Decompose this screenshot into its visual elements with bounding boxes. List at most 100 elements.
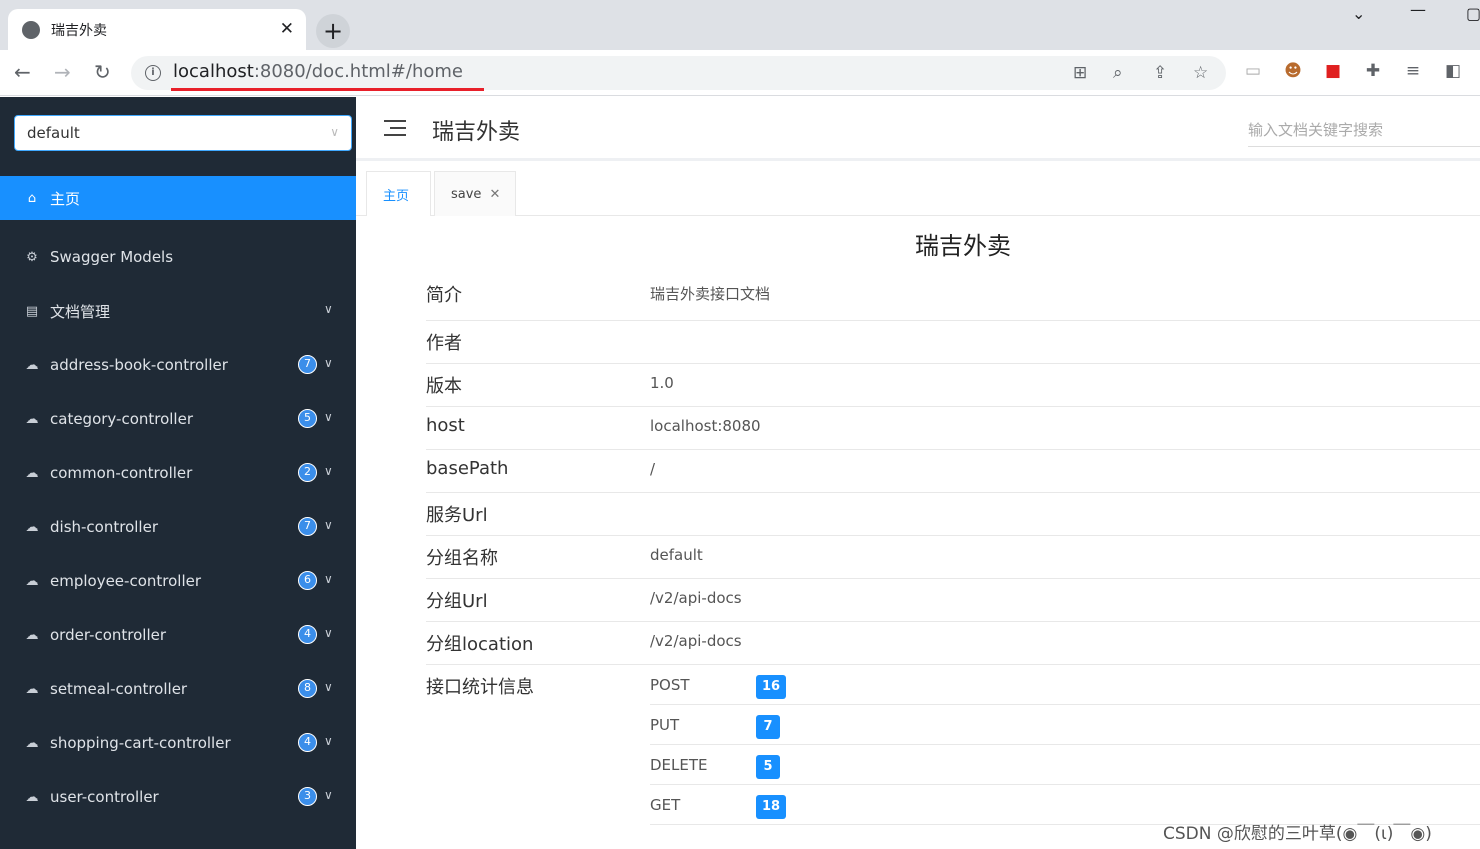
- tab-save[interactable]: save ✕: [434, 171, 516, 216]
- count-badge: 6: [298, 571, 317, 590]
- doc-info-row: 分组Url/v2/api-docs: [426, 579, 1480, 622]
- sidebar-item-controller[interactable]: ☁ shopping-cart-controller 4 ∨: [0, 716, 356, 770]
- chevron-down-icon[interactable]: ∨: [324, 572, 333, 586]
- doc-info-row: 分组名称 default: [426, 536, 1480, 579]
- chevron-down-icon[interactable]: ∨: [324, 356, 333, 370]
- count-badge: 3: [298, 787, 317, 806]
- count-badge: 8: [298, 679, 317, 698]
- fe-extension-icon[interactable]: ■: [1322, 61, 1344, 81]
- maximize-icon[interactable]: ▢: [1466, 4, 1480, 23]
- count-badge: 7: [298, 517, 317, 536]
- cloud-icon: ☁: [25, 573, 39, 589]
- sidebar-item-controller[interactable]: ☁ order-controller 4 ∨: [0, 608, 356, 662]
- sidebar-item-label: common-controller: [50, 464, 193, 482]
- doc-info-key: 分组Url: [426, 591, 488, 612]
- models-icon: ⚙: [26, 249, 38, 265]
- chevron-down-icon[interactable]: ∨: [324, 410, 333, 424]
- sidebar-item-doc-management[interactable]: ▤ 文档管理 ∨: [0, 284, 356, 338]
- count-badge: 4: [298, 625, 317, 644]
- doc-info-row: host localhost:8080: [426, 407, 1480, 450]
- tab-label: save: [451, 186, 482, 202]
- chevron-down-icon[interactable]: ∨: [324, 734, 333, 748]
- tab-label: 主页: [383, 188, 410, 204]
- cloud-icon: ☁: [25, 789, 39, 805]
- doc-info-value: /v2/api-docs: [650, 589, 742, 607]
- reload-icon[interactable]: ↻: [94, 62, 111, 82]
- sidebar-item-label: 文档管理: [50, 302, 111, 321]
- doc-info-row: 分组location/v2/api-docs: [426, 622, 1480, 665]
- sidebar-item-controller[interactable]: ☁ common-controller 2 ∨: [0, 446, 356, 500]
- browser-tab-title: 瑞吉外卖: [51, 22, 107, 39]
- url-text[interactable]: localhost:8080/doc.html#/home: [173, 61, 463, 82]
- chevron-down-icon[interactable]: ⌄: [1352, 4, 1365, 23]
- bookmark-star-icon[interactable]: ☆: [1193, 63, 1208, 83]
- watermark: CSDN @欣慰的三叶草(◉￣(ι)￣◉): [1163, 824, 1432, 844]
- info-icon[interactable]: i: [145, 65, 161, 81]
- chevron-down-icon[interactable]: ∨: [324, 464, 333, 478]
- menu-toggle-icon[interactable]: [384, 120, 406, 138]
- count-badge: 7: [298, 355, 317, 374]
- tab-home[interactable]: 主页: [366, 171, 431, 216]
- sidebar-item-label: user-controller: [50, 788, 159, 806]
- doc-info-value: /v2/api-docs: [650, 632, 742, 650]
- sidebar-item-controller[interactable]: ☁ dish-controller 7 ∨: [0, 500, 356, 554]
- chevron-down-icon[interactable]: ∨: [324, 680, 333, 694]
- sidebar-item-controller[interactable]: ☁ category-controller 5 ∨: [0, 392, 356, 446]
- minimize-icon[interactable]: —: [1410, 0, 1426, 19]
- close-icon[interactable]: ✕: [280, 21, 294, 38]
- back-icon[interactable]: ←: [14, 62, 31, 82]
- sidebar-item-controller[interactable]: ☁ setmeal-controller 8 ∨: [0, 662, 356, 716]
- chevron-down-icon[interactable]: ∨: [324, 518, 333, 532]
- sidebar-item-controller[interactable]: ☁ user-controller 3 ∨: [0, 770, 356, 824]
- http-method: POST: [650, 676, 690, 694]
- zoom-icon[interactable]: ⌕: [1113, 63, 1123, 83]
- browser-tab-strip: 瑞吉外卖 ✕ + ⌄ — ▢: [0, 0, 1480, 50]
- sidebar-item-label: Swagger Models: [50, 248, 174, 266]
- cast-icon[interactable]: ▭: [1242, 61, 1264, 81]
- api-stat-row: DELETE 5: [650, 745, 1480, 785]
- new-tab-button[interactable]: +: [316, 14, 350, 48]
- globe-icon: [22, 20, 40, 39]
- cloud-icon: ☁: [25, 681, 39, 697]
- side-panel-icon[interactable]: ◧: [1442, 61, 1464, 81]
- cloud-icon: ☁: [25, 357, 39, 373]
- share-icon[interactable]: ⇪: [1153, 63, 1167, 83]
- sidebar-item-controller[interactable]: ☁ address-book-controller 7 ∨: [0, 338, 356, 392]
- cloud-icon: ☁: [25, 735, 39, 751]
- translate-icon[interactable]: ⊞: [1073, 63, 1087, 83]
- doc-info-key: 作者: [426, 333, 462, 354]
- puzzle-icon[interactable]: ✚: [1362, 61, 1384, 81]
- sidebar-item-label: employee-controller: [50, 572, 202, 590]
- doc-info-table: 简介 瑞吉外卖接口文档 作者 版本 1.0 host localhost:8080 baseP…: [426, 270, 1480, 830]
- doc-info-value: 瑞吉外卖接口文档: [650, 285, 771, 303]
- forward-icon[interactable]: →: [54, 62, 71, 82]
- reading-list-icon[interactable]: ≡: [1402, 61, 1424, 81]
- chevron-down-icon[interactable]: ∨: [324, 788, 333, 802]
- http-method: PUT: [650, 716, 680, 734]
- chevron-down-icon[interactable]: ∨: [324, 302, 333, 316]
- count-badge: 2: [298, 463, 317, 482]
- cloud-icon: ☁: [25, 411, 39, 427]
- extension-face-icon[interactable]: ☻: [1282, 61, 1304, 81]
- sidebar-item-label: address-book-controller: [50, 356, 228, 374]
- count-badge: 5: [756, 755, 780, 779]
- chevron-down-icon[interactable]: ∨: [324, 626, 333, 640]
- api-stat-row: PUT 7: [650, 705, 1480, 745]
- search-input[interactable]: 输入文档关键字搜索: [1248, 117, 1480, 147]
- sidebar-item-controller[interactable]: ☁ employee-controller 6 ∨: [0, 554, 356, 608]
- count-badge: 5: [298, 409, 317, 428]
- sidebar-item-swagger-models[interactable]: ⚙ Swagger Models: [0, 230, 356, 284]
- api-stat-row: POST 16: [650, 665, 1480, 705]
- close-icon[interactable]: ✕: [489, 187, 500, 202]
- group-select[interactable]: default ∨: [14, 115, 352, 151]
- cloud-icon: ☁: [25, 465, 39, 481]
- doc-info-value: localhost:8080: [650, 417, 761, 435]
- group-select-value: default: [27, 124, 80, 142]
- doc-info-value: /: [650, 460, 656, 478]
- doc-title: 瑞吉外卖: [915, 232, 1011, 260]
- home-icon: ⌂: [27, 190, 37, 206]
- sidebar-item-home[interactable]: ⌂ 主页: [0, 176, 356, 220]
- address-bar[interactable]: i localhost:8080/doc.html#/home ⊞ ⌕ ⇪ ☆: [131, 56, 1226, 90]
- browser-tab[interactable]: 瑞吉外卖 ✕: [8, 9, 306, 50]
- cloud-icon: ☁: [25, 519, 39, 535]
